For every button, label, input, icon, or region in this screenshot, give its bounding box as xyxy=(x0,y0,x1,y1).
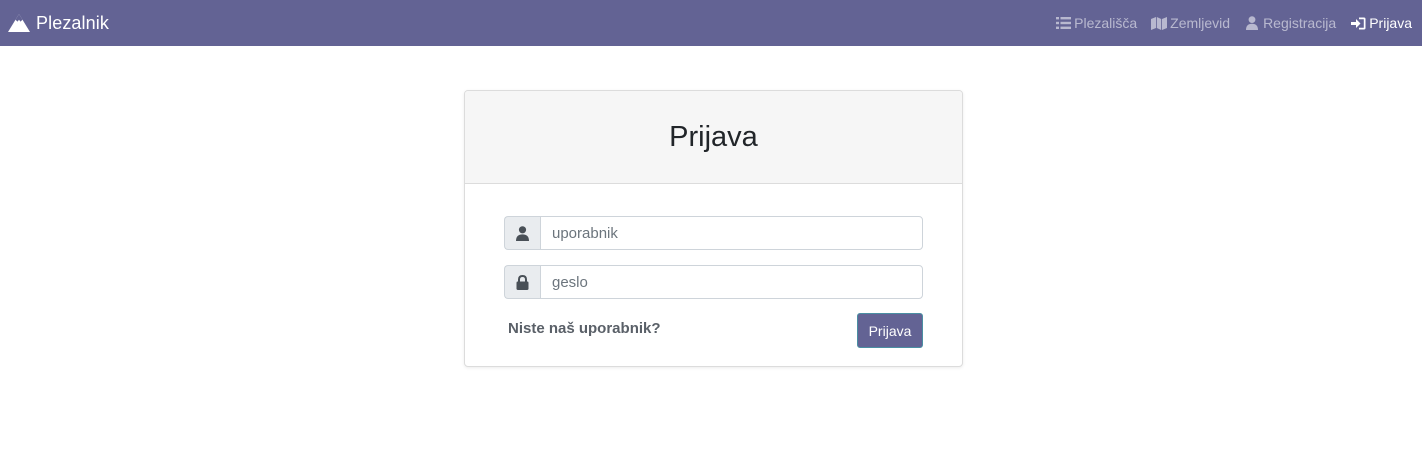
brand-name: Plezalnik xyxy=(36,12,109,33)
sign-in-icon xyxy=(1350,16,1366,30)
brand-link[interactable]: Plezalnik xyxy=(7,13,109,34)
login-card: Prijava Niste naš uporabnik? Prijav xyxy=(464,90,963,367)
nav-item-prijava[interactable]: Prijava xyxy=(1350,15,1412,31)
navbar: Plezalnik Plezališča Zemljevid Registrac… xyxy=(0,0,1422,46)
form-footer: Niste naš uporabnik? Prijava xyxy=(504,313,923,348)
password-input[interactable] xyxy=(540,265,923,299)
nav-item-label: Prijava xyxy=(1369,15,1412,31)
register-link[interactable]: Niste naš uporabnik? xyxy=(508,320,661,337)
nav-item-label: Registracija xyxy=(1263,15,1337,31)
nav-item-label: Plezališča xyxy=(1074,15,1138,31)
user-icon xyxy=(504,216,540,250)
nav-item-registracija[interactable]: Registracija xyxy=(1244,15,1336,31)
map-icon xyxy=(1151,16,1168,30)
login-card-header: Prijava xyxy=(465,91,962,184)
nav-item-zemljevid[interactable]: Zemljevid xyxy=(1151,15,1230,31)
nav-item-label: Zemljevid xyxy=(1170,15,1231,31)
password-group xyxy=(504,265,923,299)
username-group xyxy=(504,216,923,250)
mountain-logo-icon xyxy=(7,13,31,33)
username-input[interactable] xyxy=(540,216,923,250)
login-title: Prijava xyxy=(669,120,758,153)
nav-item-plezalisca[interactable]: Plezališča xyxy=(1055,15,1137,31)
login-form: Niste naš uporabnik? Prijava xyxy=(465,184,962,348)
nav-links: Plezališča Zemljevid Registracija Prijav… xyxy=(1041,15,1412,31)
lock-icon xyxy=(504,265,540,299)
login-button[interactable]: Prijava xyxy=(857,313,923,348)
list-icon xyxy=(1055,16,1071,30)
user-icon xyxy=(1244,16,1260,30)
